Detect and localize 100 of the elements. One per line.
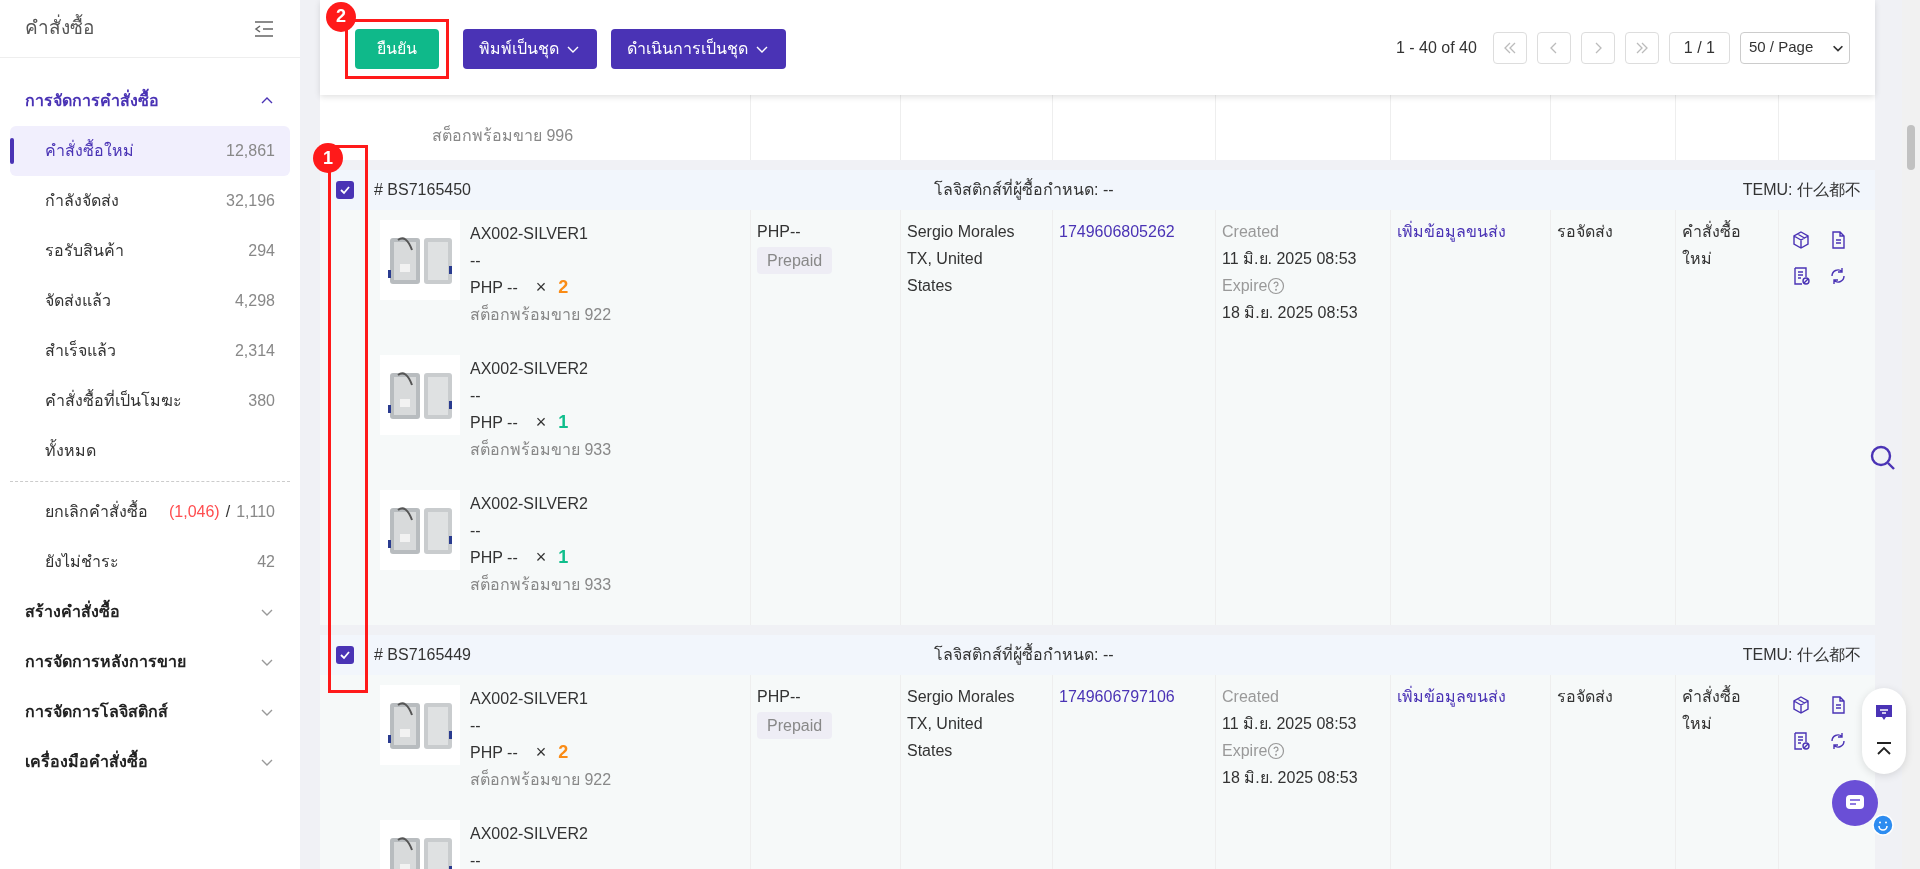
help-icon[interactable] [1267,276,1286,295]
quantity-text: 1 [558,546,569,569]
sku-text: AX002-SILVER1 [470,224,589,244]
buyer-address: Sergio Morales TX, United States [907,687,1016,761]
item-count: 380 [248,391,275,411]
page-range: 1 - 40 of 40 [1395,37,1477,58]
scrollbar-thumb[interactable] [1907,125,1915,170]
refresh-icon[interactable] [1828,731,1848,751]
stock-text: สต็อกพร้อมขาย 933 [470,573,612,595]
search-icon[interactable] [1869,444,1897,472]
sidebar-item[interactable]: รอรับสินค้า 294 [10,226,290,276]
shipping-status: รอจัดส่ง [1557,688,1613,705]
cancel-document-icon[interactable] [1791,266,1811,286]
logistics-note: โลจิสติกส์ที่ผู้ซื้อกำหนด: -- [934,178,1743,202]
add-shipping-link[interactable]: เพิ่มข้อมูลขนส่ง [1397,688,1506,705]
stock-text: สต็อกพร้อมขาย 922 [470,303,612,325]
checkbox[interactable] [336,181,354,199]
times-sign: × [535,276,547,299]
item-count: 4,298 [234,291,275,311]
variant-text: -- [470,716,482,736]
help-icon[interactable] [1267,741,1286,760]
times-sign: × [535,411,547,434]
quantity-text: 2 [558,276,569,299]
item-count: 12,861 [226,141,275,161]
sidebar-item[interactable]: ยกเลิกคำสั่งซื้อ (1,046) / 1,110 [10,487,290,537]
sidebar-item[interactable]: สำเร็จแล้ว 2,314 [10,326,290,376]
package-icon[interactable] [1791,695,1811,715]
sidebar-section[interactable]: สร้างคำสั่งซื้อ [0,587,300,637]
sku-text: AX002-SILVER1 [470,689,589,709]
created-date: 11 มิ.ย. 2025 08:53 [1222,249,1357,269]
created-date: 11 มิ.ย. 2025 08:53 [1222,714,1357,734]
item-count: 32,196 [226,191,275,211]
item-count: 1,110 [236,502,275,522]
price-text: PHP -- [470,278,518,298]
buyer-address: Sergio Morales TX, United States [907,222,1016,296]
variant-text: -- [470,251,482,271]
sidebar-item[interactable]: จัดส่งแล้ว 4,298 [10,276,290,326]
price-text: PHP -- [470,743,518,763]
step-number: 2 [326,1,356,32]
amount-text: PHP-- [757,222,801,242]
step-number: 1 [313,143,343,173]
sidebar-section[interactable]: การจัดการหลังการขาย [0,637,300,687]
sku-text: AX002-SILVER2 [470,359,589,379]
variant-text: -- [470,386,482,406]
quantity-text: 1 [558,411,569,434]
stock-text: สต็อกพร้อมขาย 996 [431,124,574,146]
sidebar-item[interactable]: คำสั่งซื้อที่เป็นโมฆะ 380 [10,376,290,426]
price-text: PHP -- [470,548,518,568]
sidebar-item[interactable]: กำลังจัดส่ง 32,196 [10,176,290,226]
sidebar-item[interactable]: คำสั่งซื้อใหม่ 12,861 [10,126,290,176]
logistics-note: โลจิสติกส์ที่ผู้ซื้อกำหนด: -- [934,643,1743,667]
stock-text: สต็อกพร้อมขาย 922 [470,768,612,790]
order-status: คำสั่งซื้อใหม่ [1682,683,1758,737]
shipping-status: รอจัดส่ง [1557,223,1613,240]
expire-label: Expire [1222,741,1268,761]
order-status: คำสั่งซื้อใหม่ [1682,218,1758,272]
sidebar-item[interactable]: ทั้งหมด [10,426,290,476]
variant-text: -- [470,851,482,869]
item-count: 294 [248,241,275,261]
check-icon [339,649,351,661]
page-size-select[interactable]: 50 / Page [1740,31,1850,64]
expire-date: 18 มิ.ย. 2025 08:53 [1222,768,1358,788]
price-text: PHP -- [470,413,518,433]
check-icon [339,184,351,196]
order-number: # BS7165449 [374,645,472,665]
item-count: 2,314 [234,341,275,361]
sku-text: AX002-SILVER2 [470,824,588,844]
amount-text: PHP-- [757,687,801,707]
package-icon[interactable] [1791,230,1811,250]
sidebar-section[interactable]: เครื่องมือคำสั่งซื้อ [0,737,300,787]
expire-label: Expire [1222,276,1268,296]
times-sign: × [535,741,547,764]
sidebar-section[interactable]: การจัดการโลจิสติกส์ [0,687,300,737]
platform-label: TEMU: 什么都不 [1742,645,1862,665]
dropdown-button[interactable]: พิมพ์เป็นชุด [463,28,597,69]
dropdown-button[interactable]: ดำเนินการเป็นชุด [611,28,786,69]
sidebar-title: คำสั่งซื้อ [25,14,94,43]
platform-label: TEMU: 什么都不 [1742,180,1862,200]
add-shipping-link[interactable]: เพิ่มข้อมูลขนส่ง [1397,223,1506,240]
variant-text: -- [470,521,482,541]
order-number: # BS7165450 [374,180,472,200]
refresh-icon[interactable] [1828,266,1848,286]
page-field[interactable]: 1 / 1 [1668,31,1730,64]
order-id-link[interactable]: 1749606805262 [1059,223,1175,240]
created-label: Created [1222,687,1279,707]
payment-tag: Prepaid [757,247,833,274]
payment-tag: Prepaid [757,712,833,739]
created-label: Created [1222,222,1279,242]
order-id-link[interactable]: 1749606797106 [1059,688,1175,705]
stock-text: สต็อกพร้อมขาย 933 [470,438,612,460]
item-count: 42 [257,552,275,572]
quantity-text: 2 [558,741,569,764]
count-separator: / [225,502,231,522]
checkbox[interactable] [336,646,354,664]
collapse-menu-icon[interactable] [253,19,275,38]
sidebar-section[interactable]: การจัดการคำสั่งซื้อ [0,76,300,126]
alert-count: (1,046) [169,502,220,522]
sku-text: AX002-SILVER2 [470,494,589,514]
cancel-document-icon[interactable] [1791,731,1811,751]
sidebar-item[interactable]: ยังไม่ชำระ 42 [10,537,290,587]
